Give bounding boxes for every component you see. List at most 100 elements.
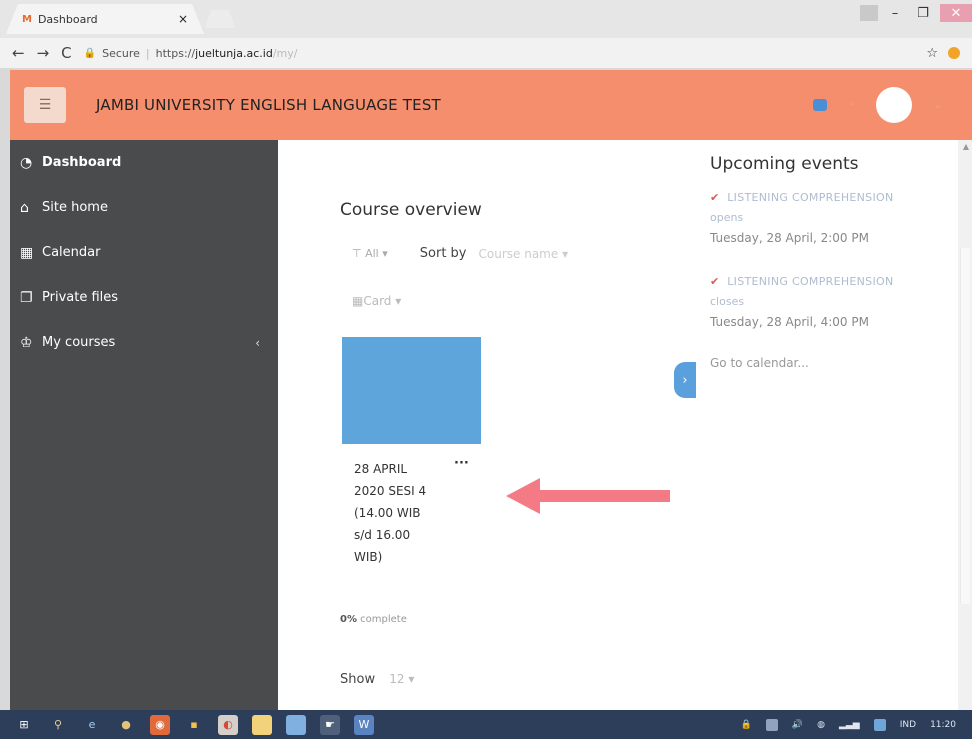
lock-tray-icon[interactable]: 🔒 (741, 720, 752, 730)
bookmark-star-icon[interactable]: ☆ (926, 46, 938, 61)
minimize-icon[interactable]: – (884, 4, 906, 22)
network-icon[interactable] (765, 718, 778, 731)
pointer-app-icon[interactable]: ☛ (320, 714, 340, 735)
filter-icon: ⊤ (352, 247, 366, 260)
browser-tabbar: M Dashboard × – ❐ ✕ (0, 0, 972, 38)
sidebar-item-calendar[interactable]: ▦ Calendar (10, 230, 278, 275)
volume-icon[interactable]: 🔊 (792, 720, 803, 730)
extension-icon[interactable] (948, 47, 960, 59)
arrow-shape (506, 478, 670, 514)
progress-percent: 0% (340, 614, 357, 625)
url-field[interactable]: 🔒 Secure | https://jueltunja.ac.id/my/ (84, 47, 298, 60)
firefox-icon[interactable]: ◉ (150, 714, 170, 735)
url-secure-label: Secure (102, 46, 140, 60)
file-explorer-icon[interactable] (252, 714, 272, 735)
course-card-image[interactable] (342, 337, 481, 444)
lock-icon: 🔒 (83, 47, 97, 59)
progress-text: complete (360, 614, 407, 625)
paging-show-row: Show 12 ▾ (340, 672, 414, 687)
home-icon: ⌂ (20, 199, 29, 216)
sort-dropdown[interactable]: Course name ▾ (479, 247, 569, 261)
user-avatar[interactable] (875, 87, 912, 123)
show-label: Show (340, 672, 376, 687)
course-name-link[interactable]: 28 APRIL 2020 SESI 4 (14.00 WIB s/d 16.0… (354, 458, 449, 568)
event-name-link[interactable]: LISTENING COMPREHENSION (727, 191, 893, 204)
filter-value: All (365, 247, 379, 260)
sidebar-item-site-home[interactable]: ⌂ Site home (10, 185, 278, 230)
store-icon[interactable]: ● (116, 715, 136, 735)
hamburger-menu-button[interactable]: ☰ (24, 87, 66, 123)
event-name-link[interactable]: LISTENING COMPREHENSION (727, 275, 893, 288)
checkmark-icon: ✔ (710, 275, 720, 288)
sidebar-item-label: Calendar (42, 245, 101, 260)
reload-icon[interactable]: C (61, 44, 71, 62)
sidebar-item-my-courses[interactable]: ♔ My courses ‹ (10, 320, 278, 365)
calendar-icon: ▦ (20, 244, 34, 261)
event-date: Tuesday, 28 April, 4:00 PM (710, 315, 869, 329)
chevron-left-icon[interactable]: ‹ (255, 336, 260, 350)
checkmark-icon: ✔ (710, 191, 720, 204)
new-tab-button[interactable] (205, 10, 235, 28)
site-title: JAMBI UNIVERSITY ENGLISH LANGUAGE TEST (96, 96, 441, 114)
back-arrow-icon[interactable]: ← (12, 44, 25, 62)
word-icon[interactable]: W (354, 714, 374, 735)
pointer-arrow-annotation (506, 478, 670, 514)
event-item: ✔ LISTENING COMPREHENSION closes Tuesday,… (710, 272, 946, 332)
sort-value: Course name (478, 246, 559, 261)
tab-title: Dashboard (37, 12, 98, 26)
view-mode-value: Card (363, 294, 392, 308)
event-status: closes (710, 295, 745, 308)
notification-bell-icon[interactable]: · (849, 97, 853, 113)
address-bar: ← → C 🔒 Secure | https://jueltunja.ac.id… (0, 38, 972, 68)
upcoming-events-title: Upcoming events (710, 154, 859, 174)
search-icon[interactable]: ⚲ (48, 715, 68, 735)
browser-tab[interactable]: M Dashboard × (6, 4, 204, 34)
moodle-favicon-icon: M (22, 13, 32, 25)
url-separator: | (145, 46, 150, 60)
folder-icon[interactable]: ▪ (184, 715, 204, 735)
app-header: ☰ JAMBI UNIVERSITY ENGLISH LANGUAGE TEST… (10, 70, 972, 140)
windows-start-icon[interactable]: ⊞ (14, 715, 34, 735)
event-date: Tuesday, 28 April, 2:00 PM (710, 231, 869, 245)
scrollbar-thumb[interactable] (960, 248, 970, 604)
view-mode-dropdown[interactable]: ▦Card ▾ (352, 294, 401, 308)
messages-icon[interactable] (813, 99, 828, 111)
go-to-calendar-link[interactable]: Go to calendar... (710, 356, 946, 370)
graduation-cap-icon: ♔ (20, 334, 33, 351)
sidebar-item-label: Site home (42, 200, 108, 215)
vertical-scrollbar[interactable]: ▲ (958, 140, 972, 710)
chrome-icon[interactable]: ◐ (218, 714, 238, 735)
scroll-up-icon[interactable]: ▲ (963, 142, 969, 151)
block-drawer-toggle-button[interactable]: › (674, 362, 696, 398)
page-size-dropdown[interactable]: 12 ▾ (389, 672, 414, 686)
tab-close-icon[interactable]: × (178, 12, 188, 26)
user-menu-chevron-down-icon[interactable]: ⌄ (934, 100, 942, 111)
sidebar-nav: ◔ Dashboard ⌂ Site home ▦ Calendar ❐ Pri… (10, 140, 278, 710)
input-language[interactable]: IND (900, 720, 916, 730)
filter-dropdown[interactable]: ⊤ All ▾ (352, 247, 388, 260)
signal-icon[interactable]: ▂▃▅ (839, 720, 860, 730)
course-progress: 0% complete (340, 614, 407, 625)
clock-time[interactable]: 11:20 (930, 720, 956, 730)
notification-tray-icon[interactable] (873, 718, 886, 731)
url-host: jueltunja.ac.id (195, 46, 273, 60)
windows-taskbar: ⊞ ⚲ e ● ◉ ▪ ◐ ☛ W 🔒 🔊 ◍ ▂▃▅ IND 11:20 (0, 710, 972, 739)
profile-icon[interactable] (860, 5, 878, 21)
app-icon[interactable] (286, 714, 306, 735)
forward-arrow-icon[interactable]: → (37, 44, 50, 62)
sidebar-item-label: Private files (42, 290, 119, 305)
sidebar-item-private-files[interactable]: ❐ Private files (10, 275, 278, 320)
course-more-options-icon[interactable]: ··· (454, 456, 469, 471)
sidebar-item-label: Dashboard (42, 155, 122, 170)
course-filter-row: ⊤ All ▾ Sort by Course name ▾ (352, 246, 568, 261)
url-scheme: https:// (155, 46, 196, 60)
window-close-icon[interactable]: ✕ (940, 4, 972, 22)
url-path: /my/ (272, 46, 298, 60)
course-overview-title: Course overview (340, 200, 482, 220)
wifi-icon[interactable]: ◍ (817, 720, 825, 730)
sort-label: Sort by (419, 246, 467, 261)
sidebar-item-dashboard[interactable]: ◔ Dashboard (10, 140, 278, 185)
edge-icon[interactable]: e (82, 715, 102, 735)
restore-icon[interactable]: ❐ (912, 4, 934, 22)
event-status: opens (710, 211, 744, 224)
